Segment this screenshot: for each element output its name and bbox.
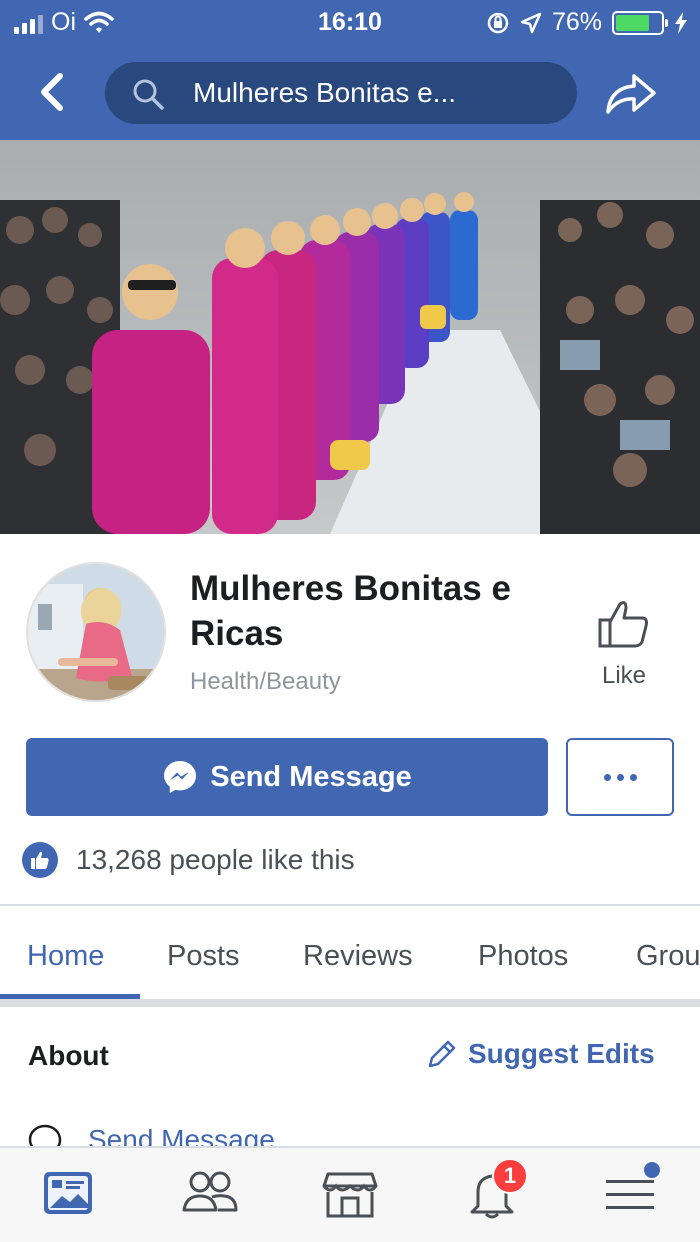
- suggest-edits-label: Suggest Edits: [468, 1038, 655, 1069]
- like-button[interactable]: Like: [580, 596, 668, 692]
- notifications-tab[interactable]: 1: [464, 1158, 528, 1226]
- bottom-navigation: 1: [0, 1146, 700, 1242]
- news-feed-icon: [44, 1172, 92, 1214]
- like-label: Like: [601, 662, 647, 689]
- about-send-message-row[interactable]: Send Message: [28, 1120, 700, 1146]
- cover-image: [0, 140, 700, 534]
- status-right: 76%: [486, 8, 688, 37]
- suggest-edits-link[interactable]: Suggest Edits: [426, 1038, 655, 1070]
- battery-percent: 76%: [551, 8, 602, 36]
- battery-fill: [616, 14, 650, 31]
- status-bar: Oi 16:10 76%: [0, 0, 700, 46]
- profile-avatar[interactable]: [26, 562, 166, 702]
- page-tabs: Home Posts Reviews Photos Grou: [0, 910, 700, 1002]
- news-feed-tab[interactable]: [40, 1166, 100, 1226]
- back-chevron-icon[interactable]: [34, 70, 70, 114]
- rotation-lock-icon: [487, 12, 509, 33]
- tab-photos[interactable]: Photos: [478, 940, 568, 973]
- notifications-badge: 1: [492, 1158, 528, 1194]
- pencil-icon: [428, 1040, 456, 1068]
- tab-home[interactable]: Home: [27, 940, 104, 973]
- battery-icon: [612, 10, 668, 35]
- dot-icon: [629, 773, 637, 781]
- messenger-icon: [164, 761, 197, 793]
- thumbs-up-icon: [598, 601, 648, 648]
- page-title: Mulheres Bonitas e Ricas: [190, 569, 511, 653]
- about-send-message-label: Send Message: [88, 1124, 275, 1146]
- menu-new-dot: [644, 1162, 660, 1178]
- marketplace-tab[interactable]: [320, 1166, 380, 1226]
- about-heading: About: [28, 1040, 109, 1071]
- more-options-button[interactable]: [566, 738, 674, 816]
- avatar-image: [28, 564, 164, 700]
- location-arrow-icon: [520, 12, 542, 33]
- section-divider: [0, 904, 700, 906]
- top-bar: Oi 16:10 76% Mulheres Bonitas e...: [0, 0, 700, 140]
- tab-groups[interactable]: Grou: [636, 940, 700, 973]
- search-icon: [133, 79, 164, 110]
- page-likes-row: 13,268 people like this: [22, 842, 355, 878]
- navigation-row: Mulheres Bonitas e...: [0, 56, 700, 132]
- dot-icon: [616, 773, 624, 781]
- marketplace-icon: [322, 1172, 378, 1218]
- tabs-divider: [0, 999, 700, 1007]
- cover-photo[interactable]: [0, 140, 700, 534]
- likes-count-text: 13,268 people like this: [76, 844, 355, 875]
- dot-icon: [603, 773, 611, 781]
- share-icon[interactable]: [600, 68, 660, 118]
- tab-posts[interactable]: Posts: [167, 940, 240, 973]
- search-text: Mulheres Bonitas e...: [193, 77, 457, 108]
- menu-tab[interactable]: [602, 1162, 662, 1226]
- send-message-label: Send Message: [210, 760, 412, 793]
- page-category: Health/Beauty: [190, 668, 341, 695]
- search-bar[interactable]: Mulheres Bonitas e...: [105, 62, 577, 124]
- friends-icon: [182, 1171, 238, 1212]
- friends-tab[interactable]: [180, 1166, 240, 1226]
- messenger-outline-icon: [28, 1124, 62, 1146]
- send-message-button[interactable]: Send Message: [26, 738, 548, 816]
- charging-bolt-icon: [675, 11, 687, 34]
- tab-reviews[interactable]: Reviews: [303, 940, 413, 973]
- like-badge-icon: [22, 842, 58, 878]
